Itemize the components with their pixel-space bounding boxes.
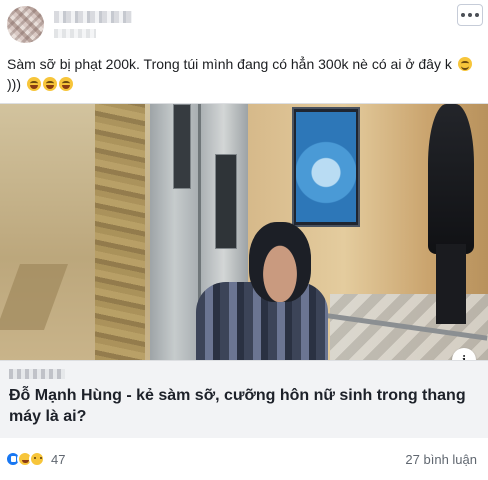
laugh-emoji-icon bbox=[26, 77, 41, 91]
person-figure bbox=[428, 104, 474, 254]
more-options-button[interactable] bbox=[457, 4, 483, 26]
sad-reaction-icon bbox=[29, 451, 45, 467]
ellipsis-icon bbox=[461, 13, 465, 17]
author-name-blurred[interactable] bbox=[54, 11, 132, 23]
facebook-post: Sàm sỡ bị phạt 200k. Trong túi mình đang… bbox=[0, 0, 488, 480]
smile-emoji-icon bbox=[457, 57, 472, 71]
reaction-count: 47 bbox=[51, 451, 66, 467]
reactions-summary[interactable]: 47 bbox=[5, 450, 65, 468]
laugh-emoji-icon bbox=[42, 77, 57, 91]
link-title[interactable]: Đỗ Mạnh Hùng - kẻ sàm sỡ, cưỡng hôn nữ s… bbox=[9, 385, 479, 427]
caption-tail: ))) bbox=[7, 76, 21, 92]
link-source-blurred bbox=[9, 369, 65, 379]
avatar[interactable] bbox=[7, 6, 44, 43]
link-preview-image[interactable] bbox=[0, 103, 488, 360]
post-caption: Sàm sỡ bị phạt 200k. Trong túi mình đang… bbox=[7, 54, 483, 94]
post-timestamp-blurred[interactable] bbox=[54, 29, 96, 38]
comment-count-link[interactable]: 27 bình luận bbox=[405, 452, 477, 467]
caption-text: Sàm sỡ bị phạt 200k. Trong túi mình đang… bbox=[7, 56, 452, 72]
laugh-emoji-icon bbox=[58, 77, 73, 91]
